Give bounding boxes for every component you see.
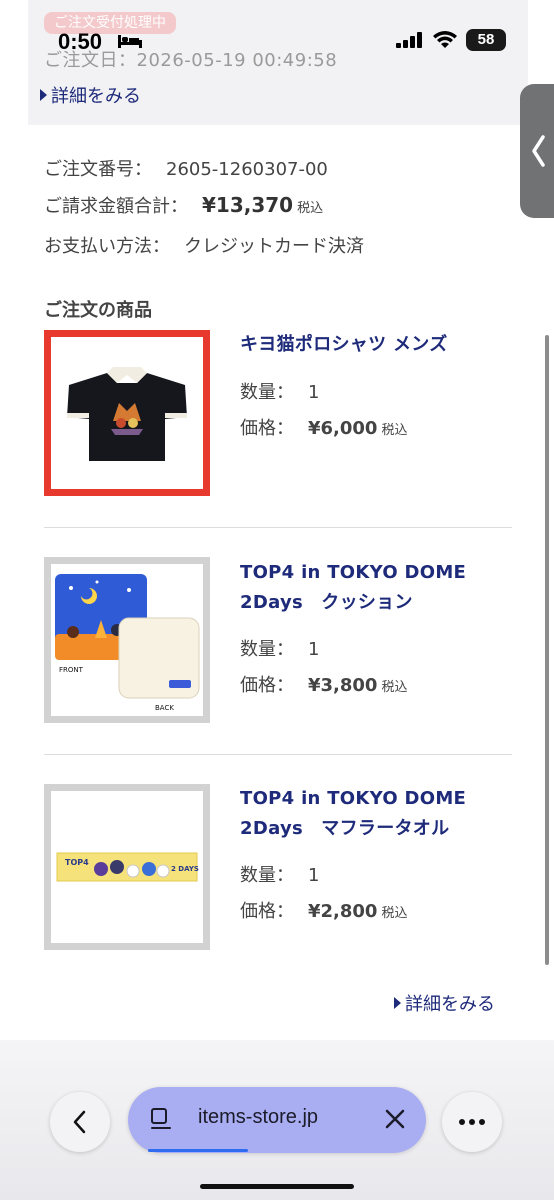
order-number: 2605-1260307-00: [166, 159, 328, 180]
detail-link-label: 詳細をみる: [51, 86, 141, 107]
price-label: 価格：: [240, 418, 294, 439]
total-label: ご請求金額合計：: [44, 196, 188, 217]
item-name[interactable]: キヨ猫ポロシャツ メンズ: [240, 330, 448, 360]
home-indicator: [200, 1184, 354, 1189]
status-time: 0:50: [58, 29, 103, 54]
divider: [44, 754, 512, 755]
url-text[interactable]: items-store.jp: [198, 1106, 318, 1129]
page-menu-icon: [151, 1108, 171, 1129]
item-quantity: 数量： 1: [240, 635, 319, 661]
scrollbar[interactable]: [545, 335, 549, 965]
battery-icon: 58: [466, 29, 506, 51]
price-label: 価格：: [240, 675, 294, 696]
muffler-towel-image: TOP4 2 DAYS: [56, 852, 199, 882]
item-thumbnail-cushion[interactable]: FRONT BACK: [44, 557, 210, 723]
item-name[interactable]: TOP4 in TOKYO DOME 2Days クッション: [240, 558, 466, 618]
price-value: ¥6,000: [308, 418, 378, 439]
quantity-label: 数量：: [240, 865, 294, 886]
close-icon[interactable]: [384, 1108, 406, 1130]
polo-shirt-image: [67, 367, 187, 461]
item-price: 価格： ¥6,000 税込: [240, 414, 407, 440]
item-name-line2: 2Days クッション: [240, 592, 413, 613]
tax-label: 税込: [381, 423, 408, 438]
quantity-value: 1: [308, 382, 320, 403]
quantity-label: 数量：: [240, 639, 294, 660]
item-quantity: 数量： 1: [240, 378, 319, 404]
tax-label: 税込: [381, 906, 408, 921]
item-name[interactable]: TOP4 in TOKYO DOME 2Days マフラータオル: [240, 784, 466, 844]
wifi-icon: [433, 31, 457, 48]
chevron-left-icon: [73, 1110, 86, 1134]
detail-link-label: 詳細をみる: [405, 994, 495, 1015]
towel-2days-label: 2 DAYS: [171, 865, 199, 873]
price-label: 価格：: [240, 901, 294, 922]
quantity-value: 1: [308, 639, 320, 660]
towel-top4-label: TOP4: [65, 858, 89, 867]
payment-row: お支払い方法： クレジットカード決済: [44, 232, 364, 258]
payment-label: お支払い方法：: [44, 236, 170, 257]
cushion-back-label: BACK: [155, 704, 174, 712]
cellular-signal-icon: [396, 32, 422, 48]
item-name-line2: 2Days マフラータオル: [240, 818, 450, 839]
back-button[interactable]: [50, 1092, 110, 1152]
item-name-line1: TOP4 in TOKYO DOME: [240, 788, 467, 809]
quantity-label: 数量：: [240, 382, 294, 403]
item-quantity: 数量： 1: [240, 861, 319, 887]
item-name-line1: TOP4 in TOKYO DOME: [240, 562, 467, 583]
item-thumbnail-towel[interactable]: TOP4 2 DAYS: [44, 784, 210, 950]
detail-link-top[interactable]: 詳細をみる: [40, 82, 141, 108]
item-price: 価格： ¥2,800 税込: [240, 897, 407, 923]
cushion-front-label: FRONT: [59, 666, 84, 674]
price-value: ¥2,800: [308, 901, 378, 922]
price-value: ¥3,800: [308, 675, 378, 696]
order-number-row: ご注文番号： 2605-1260307-00: [44, 155, 328, 181]
triangle-right-icon: [394, 997, 401, 1009]
tax-label: 税込: [381, 680, 408, 695]
payment-method: クレジットカード決済: [184, 236, 364, 257]
item-price: 価格： ¥3,800 税込: [240, 671, 407, 697]
order-number-label: ご注文番号：: [44, 159, 152, 180]
more-button[interactable]: [442, 1092, 502, 1152]
cushion-image: FRONT BACK: [55, 574, 200, 712]
item-name-line1: キヨ猫ポロシャツ メンズ: [240, 334, 448, 355]
page-load-progress: [148, 1149, 248, 1152]
total-tax-label: 税込: [297, 201, 324, 216]
bed-icon: [118, 35, 142, 48]
quantity-value: 1: [308, 865, 320, 886]
total-amount: ¥13,370: [202, 193, 294, 217]
divider: [44, 527, 512, 528]
items-section-title: ご注文の商品: [44, 300, 152, 321]
chevron-left-icon: [532, 135, 545, 167]
more-dots-icon: [459, 1119, 485, 1125]
triangle-right-icon: [40, 89, 47, 101]
total-row: ご請求金額合計： ¥13,370 税込: [44, 192, 323, 218]
item-thumbnail-polo[interactable]: [44, 330, 210, 496]
detail-link-bottom[interactable]: 詳細をみる: [394, 990, 495, 1016]
